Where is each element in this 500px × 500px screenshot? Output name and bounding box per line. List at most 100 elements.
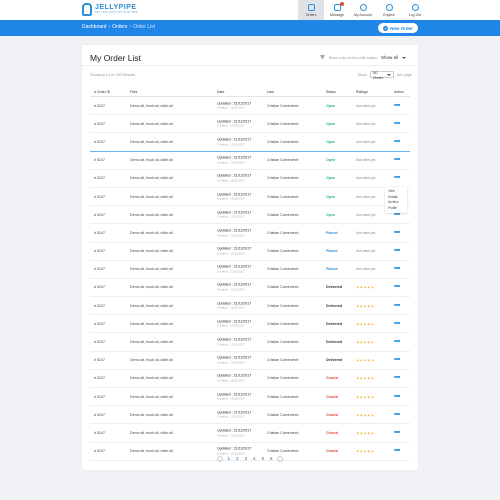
pagination-prev[interactable]: ‹	[217, 456, 224, 462]
table-row[interactable]: # 5247 Demo.stl, truck.stl, dolin.stl Upda…	[90, 152, 410, 170]
order-files[interactable]: Demo.stl, truck.stl, dolin.stl	[130, 413, 173, 417]
order-files[interactable]: Demo.stl, truck.stl, dolin.stl	[130, 158, 173, 162]
table-row[interactable]: # 5247 Demo.stl, truck.stl, dolin.stl Upda…	[90, 97, 410, 116]
nav-orders[interactable]: Orders	[298, 0, 324, 20]
order-files[interactable]: Demo.stl, truck.stl, dolin.stl	[130, 140, 173, 144]
status-badge: Open	[326, 212, 336, 217]
table-row[interactable]: # 5247 Demo.stl, truck.stl, dolin.stl Upda…	[90, 370, 410, 388]
header-date[interactable]: Date	[217, 90, 224, 94]
per-page-select[interactable]: 50 Order	[370, 70, 394, 80]
order-id: # 5247	[94, 340, 105, 345]
nav-message[interactable]: Message	[324, 0, 350, 20]
order-table-body: # 5247 Demo.stl, truck.stl, dolin.stl Upda…	[90, 97, 410, 461]
rating-stars: ★★★★★	[356, 358, 375, 363]
filter-value[interactable]: Show all	[381, 55, 398, 60]
status-filter[interactable]: Show only orders with status Show all	[319, 55, 406, 60]
table-row[interactable]: # 5247 Demo.stl, truck.stl, dolin.stl Upda…	[90, 315, 410, 334]
status-badge: Open	[326, 121, 336, 126]
order-files[interactable]: Demo.stl, truck.stl, dolin.stl	[130, 358, 173, 362]
table-row[interactable]: # 5247 Demo.stl, truck.stl, dolin.stl Upda…	[90, 297, 410, 316]
order-id: # 5247	[94, 103, 105, 108]
table-row[interactable]: # 5247 Demo.stl, truck.stl, dolin.stl Upda…	[90, 170, 410, 188]
order-files[interactable]: Demo.stl, truck.stl, dolin.stl	[130, 213, 173, 217]
more-actions-icon[interactable]: •••	[394, 248, 400, 255]
action-menu-item[interactable]: Profile	[388, 206, 404, 212]
header-user[interactable]: User	[267, 90, 274, 94]
order-user: Cristian Camentech	[267, 321, 299, 326]
order-files[interactable]: Demo.stl, truck.stl, dolin.stl	[130, 176, 173, 180]
more-actions-icon[interactable]: •••	[394, 339, 400, 346]
more-actions-icon[interactable]: •••	[394, 266, 400, 273]
more-actions-icon[interactable]: •••	[394, 120, 400, 127]
more-actions-icon[interactable]: •••	[394, 229, 400, 236]
more-actions-icon[interactable]: •••	[394, 138, 400, 145]
box-icon	[307, 3, 315, 11]
page-3[interactable]: 3	[243, 456, 249, 462]
table-row[interactable]: # 5247 Demo.stl, truck.stl, dolin.stl Upda…	[90, 224, 410, 243]
order-files[interactable]: Demo.stl, truck.stl, dolin.stl	[130, 104, 173, 108]
nav-my-account[interactable]: My Account	[350, 0, 376, 20]
breadcrumb-separator: ›	[108, 24, 111, 30]
more-actions-icon[interactable]: •••	[394, 375, 400, 382]
page-1[interactable]: 1	[226, 456, 232, 462]
table-row[interactable]: # 5247 Demo.stl, truck.stl, dolin.stl Upda…	[90, 188, 410, 207]
header-order-id[interactable]: # Order ID	[94, 90, 110, 94]
order-files[interactable]: Demo.stl, truck.stl, dolin.stl	[130, 449, 173, 453]
more-actions-icon[interactable]: •••	[394, 102, 400, 109]
order-files[interactable]: Demo.stl, truck.stl, dolin.stl	[130, 431, 173, 435]
table-row[interactable]: # 5247 Demo.stl, truck.stl, dolin.stl Upda…	[90, 388, 410, 407]
order-updated: Updated : 21/11/2017	[217, 337, 252, 342]
nav-language[interactable]: English	[376, 0, 402, 20]
header-ratings[interactable]: Ratings	[356, 90, 368, 94]
more-actions-icon[interactable]: •••	[394, 302, 400, 309]
more-actions-icon[interactable]: •••	[394, 157, 400, 164]
brand-logo[interactable]: JELLYPIPE BETTER SUPPORT FOR WEB	[82, 3, 138, 16]
order-files[interactable]: Demo.stl, truck.stl, dolin.stl	[130, 195, 173, 199]
order-created: Created : 12/11/2017	[217, 396, 245, 401]
page-5[interactable]: 5	[260, 456, 266, 462]
more-actions-icon[interactable]: •••	[394, 175, 400, 182]
table-row[interactable]: # 5247 Demo.stl, truck.stl, dolin.stl Upda…	[90, 206, 410, 225]
table-row[interactable]: # 5247 Demo.stl, truck.stl, dolin.stl Upda…	[90, 279, 410, 298]
more-actions-icon[interactable]: •••	[394, 284, 400, 291]
more-actions-icon[interactable]: •••	[394, 448, 400, 455]
header-status[interactable]: Status	[326, 90, 336, 94]
table-row[interactable]: # 5247 Demo.stl, truck.stl, dolin.stl Upda…	[90, 115, 410, 134]
order-date: Updated : 21/11/2017 Created : 12/11/2017	[217, 156, 251, 165]
more-actions-icon[interactable]: •••	[394, 411, 400, 418]
order-files[interactable]: Demo.stl, truck.stl, dolin.stl	[130, 304, 173, 308]
header-files[interactable]: Files	[130, 90, 137, 94]
order-files[interactable]: Demo.stl, truck.stl, dolin.stl	[130, 285, 173, 289]
order-files[interactable]: Demo.stl, truck.stl, dolin.stl	[130, 231, 173, 235]
order-files[interactable]: Demo.stl, truck.stl, dolin.stl	[130, 322, 173, 326]
order-files[interactable]: Demo.stl, truck.stl, dolin.stl	[130, 267, 173, 271]
page-2[interactable]: 2	[234, 456, 240, 462]
order-files[interactable]: Demo.stl, truck.stl, dolin.stl	[130, 340, 173, 344]
order-updated: Updated : 21/11/2017	[217, 264, 252, 269]
breadcrumb-dashboard[interactable]: Dashboard	[82, 24, 106, 30]
order-created: Created : 12/11/2017	[217, 323, 245, 328]
order-updated: Updated : 21/11/2017	[217, 173, 252, 178]
breadcrumb-orders[interactable]: Orders	[112, 24, 127, 30]
order-updated: Updated : 21/11/2017	[217, 301, 252, 306]
more-actions-icon[interactable]: •••	[394, 320, 400, 327]
table-row[interactable]: # 5247 Demo.stl, truck.stl, dolin.stl Upda…	[90, 333, 410, 352]
order-files[interactable]: Demo.stl, truck.stl, dolin.stl	[130, 122, 173, 126]
table-row[interactable]: # 5247 Demo.stl, truck.stl, dolin.stl Upda…	[90, 424, 410, 443]
pagination-next[interactable]: ›	[276, 456, 283, 462]
more-actions-icon[interactable]: •••	[394, 393, 400, 400]
page-6[interactable]: 6	[268, 456, 274, 462]
more-actions-icon[interactable]: •••	[394, 429, 400, 436]
order-files[interactable]: Demo.stl, truck.stl, dolin.stl	[130, 376, 173, 380]
order-files[interactable]: Demo.stl, truck.stl, dolin.stl	[130, 249, 173, 253]
table-row[interactable]: # 5247 Demo.stl, truck.stl, dolin.stl Upda…	[90, 133, 410, 152]
new-order-button[interactable]: + New Order	[378, 23, 418, 33]
nav-logout[interactable]: Log Out	[402, 0, 428, 20]
table-row[interactable]: # 5247 Demo.stl, truck.stl, dolin.stl Upda…	[90, 261, 410, 279]
table-row[interactable]: # 5247 Demo.stl, truck.stl, dolin.stl Upda…	[90, 406, 410, 425]
table-row[interactable]: # 5247 Demo.stl, truck.stl, dolin.stl Upda…	[90, 352, 410, 370]
table-row[interactable]: # 5247 Demo.stl, truck.stl, dolin.stl Upda…	[90, 243, 410, 261]
page-4[interactable]: 4	[251, 456, 257, 462]
more-actions-icon[interactable]: •••	[394, 357, 400, 364]
order-files[interactable]: Demo.stl, truck.stl, dolin.stl	[130, 395, 173, 399]
